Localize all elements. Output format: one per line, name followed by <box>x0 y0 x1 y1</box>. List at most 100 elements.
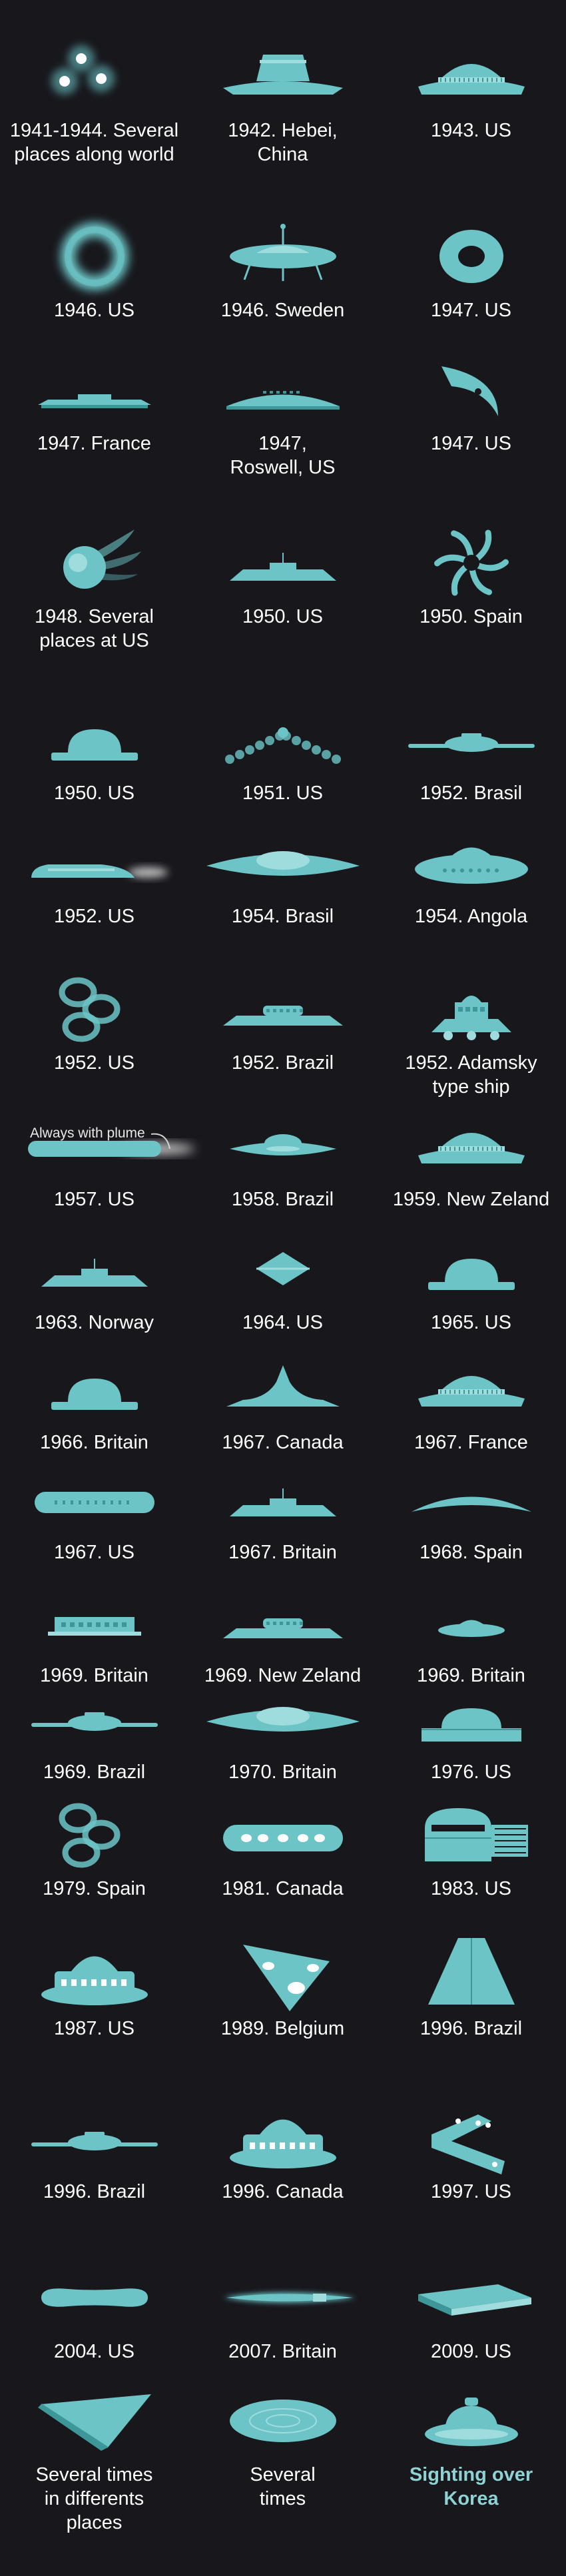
windowed-block-shape <box>47 1617 141 1636</box>
ufo-sighting-label: 1947. France <box>37 433 151 454</box>
ufo-sighting-label: 1976. US <box>431 1762 511 1783</box>
ufo-sighting-label: 1981. Canada <box>222 1878 344 1899</box>
windowed-saucer-shape <box>222 1618 343 1638</box>
ufo-sighting-label: 1946. Sweden <box>220 300 345 321</box>
ufo-card: 1996. Brazil <box>0 2101 188 2204</box>
triangle-shape <box>242 1945 330 2011</box>
ufo-sighting-label: Several times in differents places <box>35 2464 153 2533</box>
ufo-sighting-label: 1950. Spain <box>420 606 523 627</box>
ufo-card: 1967. France <box>377 1352 565 1454</box>
ufo-card: 1969. Britain <box>0 1585 188 1688</box>
ufo-card: 1969. Britain <box>377 1585 565 1688</box>
ufo-sighting-label: 2007. Britain <box>228 2341 337 2362</box>
cut-dome-shape <box>421 1708 521 1742</box>
ufo-card: 1976. US <box>377 1682 565 1784</box>
ufo-card: 1957. US <box>0 1109 194 1211</box>
dome-shape <box>427 1259 515 1290</box>
ufo-card: 1947. US <box>377 353 565 456</box>
ufo-sighting-label: 1947, Roswell, US <box>230 433 336 478</box>
ufo-sighting-label: 1969. Brazil <box>43 1762 146 1783</box>
dome-shape <box>51 1379 138 1410</box>
thin-saucer-shape <box>408 733 535 752</box>
ufo-card: 1951. US <box>188 703 377 805</box>
glow-cigar-shape <box>222 2292 356 2303</box>
ufo-sighting-label: 1964. US <box>242 1312 323 1333</box>
ufo-sighting-label: 1989. Belgium <box>220 2018 345 2039</box>
ufo-sighting-label: 1957. US <box>54 1189 135 1210</box>
ufo-card: 1941-1944. Several places along world <box>0 40 188 166</box>
adamski-shape <box>431 996 511 1040</box>
ufo-sighting-label: 1950. US <box>242 606 323 627</box>
ufo-sighting-label: 1958. Brazil <box>231 1189 334 1210</box>
ufo-card: 1987. US <box>0 1938 188 2041</box>
ufo-sighting-label: 1967. France <box>414 1432 528 1453</box>
ufo-card: 1950. US <box>0 703 188 805</box>
swirl-shape <box>433 529 509 596</box>
ufo-card: 1966. Britain <box>0 1352 188 1454</box>
torus-shape <box>439 230 503 283</box>
disc-rings-shape <box>229 2400 336 2442</box>
ufo-sighting-label: 1951. US <box>242 783 323 804</box>
ufo-card: 1952. US <box>0 972 188 1075</box>
ufo-sighting-label: 1947. US <box>431 300 511 321</box>
bell-saucer-shape <box>414 847 528 884</box>
lens-shape <box>206 851 360 876</box>
slab-shape <box>418 2284 531 2316</box>
hat-saucer-shape <box>222 55 343 95</box>
ufo-sighting-label: 1952. Adamsky type ship <box>405 1052 537 1098</box>
ufo-card: 1963. Norway <box>0 1232 188 1335</box>
ufo-card: 1942. Hebei, China <box>188 40 377 166</box>
lens-shape <box>206 1707 360 1732</box>
ufo-card: 1943. US <box>377 40 565 143</box>
three-orbs-shape <box>51 45 115 95</box>
ufo-sighting-label: 1965. US <box>431 1312 511 1333</box>
capsule-shape <box>34 1492 154 1513</box>
tic-tac-shape <box>41 2288 148 2307</box>
ribbed-dome-saucer-shape <box>418 64 525 95</box>
ufo-card: 1997. US <box>377 2101 565 2204</box>
ufo-card: 1983. US <box>377 1798 565 1901</box>
ufo-sighting-label: 1967. Canada <box>222 1432 344 1453</box>
ufo-card: 1967. US <box>0 1462 188 1564</box>
ufo-card: 2009. US <box>377 2261 565 2364</box>
jet-saucer-shape <box>31 864 168 878</box>
dome-shape <box>51 729 138 761</box>
ufo-card: 1964. US <box>188 1232 377 1335</box>
ufo-sighting-label: 1942. Hebei, China <box>228 120 338 165</box>
ufo-card: 1954. Brasil <box>188 826 377 928</box>
boomerang-shape <box>431 2114 505 2174</box>
small-saucer-shape <box>437 1620 505 1637</box>
ufo-card: 1950. Spain <box>377 526 565 629</box>
ufo-sighting-label: 1996. Brazil <box>43 2181 146 2202</box>
ufo-sighting-label: Several times <box>250 2464 316 2509</box>
ufo-card: 1947. France <box>0 353 188 456</box>
ufo-card: 1965. US <box>377 1232 565 1335</box>
ufo-sighting-label: 1963. Norway <box>35 1312 154 1333</box>
ufo-card: 1967. Canada <box>188 1352 377 1454</box>
ufo-sighting-label: 1954. Angola <box>414 906 528 927</box>
windowed-saucer-shape <box>222 1006 343 1026</box>
thin-saucer-shape <box>31 2132 158 2150</box>
flat-triangle-shape <box>37 2394 151 2451</box>
ufo-card: Several times in differents places <box>0 2384 188 2535</box>
ufo-sighting-label: 1950. US <box>54 783 135 804</box>
ufo-sighting-label: 1943. US <box>431 120 511 141</box>
thin-saucer-shape <box>31 1712 158 1731</box>
ufo-sighting-label: 2009. US <box>431 2341 511 2362</box>
ufo-sighting-label: 1996. Brazil <box>420 2018 523 2039</box>
antenna-saucer-shape <box>229 224 336 281</box>
ufo-sighting-label: Sighting over Korea <box>409 2464 533 2509</box>
comet-orb-shape <box>63 529 141 589</box>
ufo-card: 1968. Spain <box>377 1462 565 1564</box>
three-rings-shape <box>59 1803 120 1868</box>
ufo-card: 1948. Several places at US <box>0 526 188 653</box>
ufo-card: 1952. Adamsky type ship <box>377 972 565 1099</box>
ufo-sighting-label: 1954. Brasil <box>231 906 334 927</box>
ufo-sighting-label: 1968. Spain <box>420 1542 523 1563</box>
ufo-card: 1996. Canada <box>188 2101 377 2204</box>
ufo-card: 1989. Belgium <box>188 1938 377 2041</box>
wide-saucer-shape <box>226 391 340 410</box>
ufo-sighting-label: 1966. Britain <box>40 1432 148 1453</box>
ufo-sighting-label: 1967. US <box>54 1542 135 1563</box>
ufo-card: 2007. Britain <box>188 2261 377 2364</box>
